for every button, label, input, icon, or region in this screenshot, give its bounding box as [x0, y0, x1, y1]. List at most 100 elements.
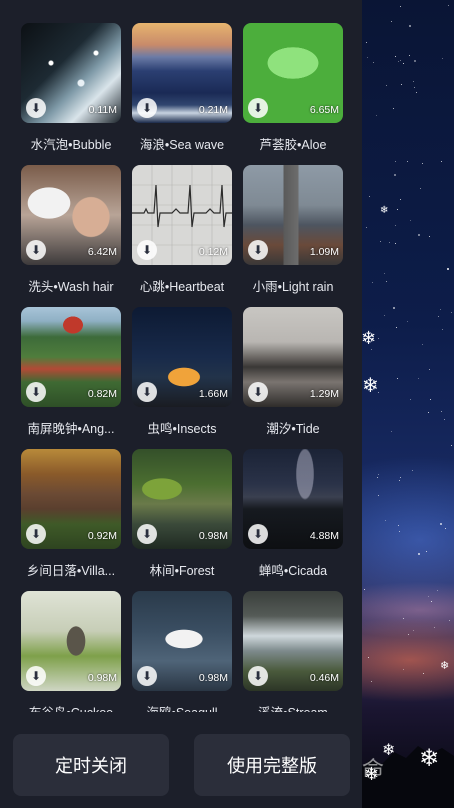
file-size: 1.66M [198, 388, 228, 400]
star [395, 224, 397, 226]
download-icon[interactable]: ⬇ [26, 240, 46, 260]
sound-name: 溪流•Stream [243, 702, 343, 712]
download-icon[interactable]: ⬇ [248, 666, 268, 686]
sound-name: 洗头•Wash hair [28, 280, 114, 294]
download-icon[interactable]: ⬇ [137, 98, 157, 118]
download-icon[interactable]: ⬇ [137, 382, 157, 402]
file-size: 0.21M [198, 104, 228, 116]
file-size: 6.42M [87, 246, 117, 258]
star [413, 86, 415, 88]
file-size: 0.46M [309, 672, 339, 684]
download-icon[interactable]: ⬇ [137, 524, 157, 544]
thumbnail: ⬇ 6.65M [243, 23, 343, 123]
star [388, 241, 390, 243]
snowflake-icon: ❄ [419, 744, 440, 772]
download-icon[interactable]: ⬇ [248, 382, 268, 402]
snowflake-icon: ❄ [362, 373, 379, 397]
thumbnail: ⬇ 4.88M [243, 449, 343, 549]
download-icon[interactable]: ⬇ [248, 98, 268, 118]
download-icon[interactable]: ⬇ [26, 98, 46, 118]
star [390, 20, 392, 22]
thumbnail: ⬇ 1.66M [132, 307, 232, 407]
thumbnail: ⬇ 1.09M [243, 165, 343, 265]
download-icon[interactable]: ⬇ [137, 240, 157, 260]
star [379, 240, 381, 242]
file-size: 6.65M [309, 104, 339, 116]
star [409, 24, 412, 27]
star [393, 107, 395, 109]
star [384, 520, 386, 522]
thumbnail: ⬇ 0.98M [132, 449, 232, 549]
sound-name: 乡间日落•Villa... [26, 564, 116, 578]
sound-name: 芦荟胶•Aloe [259, 138, 327, 152]
thumbnail: ⬇ 0.46M [243, 591, 343, 691]
star [370, 680, 372, 682]
file-size: 4.88M [309, 530, 339, 542]
thumbnail: ⬇ 0.98M [132, 591, 232, 691]
download-icon[interactable]: ⬇ [26, 382, 46, 402]
thumbnail: ⬇ 0.92M [21, 449, 121, 549]
file-size: 1.29M [309, 388, 339, 400]
sound-name: 布谷鸟•Cuckoo [21, 702, 121, 712]
thumbnail: ⬇ 0.82M [21, 307, 121, 407]
sound-name: 海浪•Sea wave [139, 138, 225, 152]
thumbnail: ⬇ 0.98M [21, 591, 121, 691]
star [366, 226, 368, 228]
star [376, 477, 378, 479]
file-size: 0.92M [87, 530, 117, 542]
star [396, 209, 398, 211]
star [428, 595, 430, 597]
star [377, 473, 379, 475]
sound-name: 蝉鸣•Cicada [258, 564, 328, 578]
star [377, 338, 379, 339]
star [392, 306, 395, 309]
star [412, 630, 414, 632]
star [414, 59, 417, 62]
download-icon[interactable]: ⬇ [248, 524, 268, 544]
download-icon[interactable]: ⬇ [248, 240, 268, 260]
star [427, 411, 429, 413]
star [421, 162, 423, 164]
file-size: 0.98M [198, 530, 228, 542]
thumbnail: ⬇ 6.42M [21, 165, 121, 265]
file-size: 0.98M [87, 672, 117, 684]
star [439, 523, 442, 526]
star [440, 160, 442, 162]
star [437, 315, 439, 317]
snowflake-icon: ❄ [361, 328, 377, 349]
star [398, 480, 400, 482]
thumbnail: ⬇ 0.12M [132, 165, 232, 265]
sound-name: 潮汐•Tide [266, 422, 320, 436]
file-size: 0.11M [88, 104, 117, 116]
star [368, 195, 370, 197]
background-watermark: 命 [362, 758, 385, 783]
download-icon[interactable]: ⬇ [137, 666, 157, 686]
download-icon[interactable]: ⬇ [26, 524, 46, 544]
star [406, 320, 408, 322]
star [372, 61, 374, 63]
sound-panel: ⬇ 0.11M 水汽泡•Bubble ⬇ 0.21M 海浪•Sea wave ⬇… [0, 0, 362, 808]
timer-close-button[interactable]: 定时关闭 [13, 734, 169, 796]
star [451, 444, 453, 446]
sound-name: 心跳•Heartbeat [139, 280, 225, 294]
file-size: 0.12M [198, 246, 228, 258]
star [394, 242, 396, 244]
star [394, 55, 396, 57]
full-version-button[interactable]: 使用完整版 [194, 734, 350, 796]
star [403, 617, 405, 619]
star [450, 311, 452, 313]
star [383, 273, 385, 275]
snowflake-icon: ❄ [440, 659, 450, 672]
thumbnail: ⬇ 0.21M [132, 23, 232, 123]
star [423, 672, 424, 674]
star [377, 494, 379, 496]
star [397, 60, 399, 62]
star [370, 348, 372, 350]
sound-grid: ⬇ 0.11M 水汽泡•Bubble ⬇ 0.21M 海浪•Sea wave ⬇… [0, 0, 362, 712]
star [409, 398, 411, 400]
sound-name: 海鸥•Seagull [132, 702, 232, 712]
snowflake-icon: ❄ [380, 205, 389, 216]
file-size: 1.09M [309, 246, 339, 258]
download-icon[interactable]: ⬇ [26, 666, 46, 686]
sound-name: 虫鸣•Insects [147, 422, 217, 436]
